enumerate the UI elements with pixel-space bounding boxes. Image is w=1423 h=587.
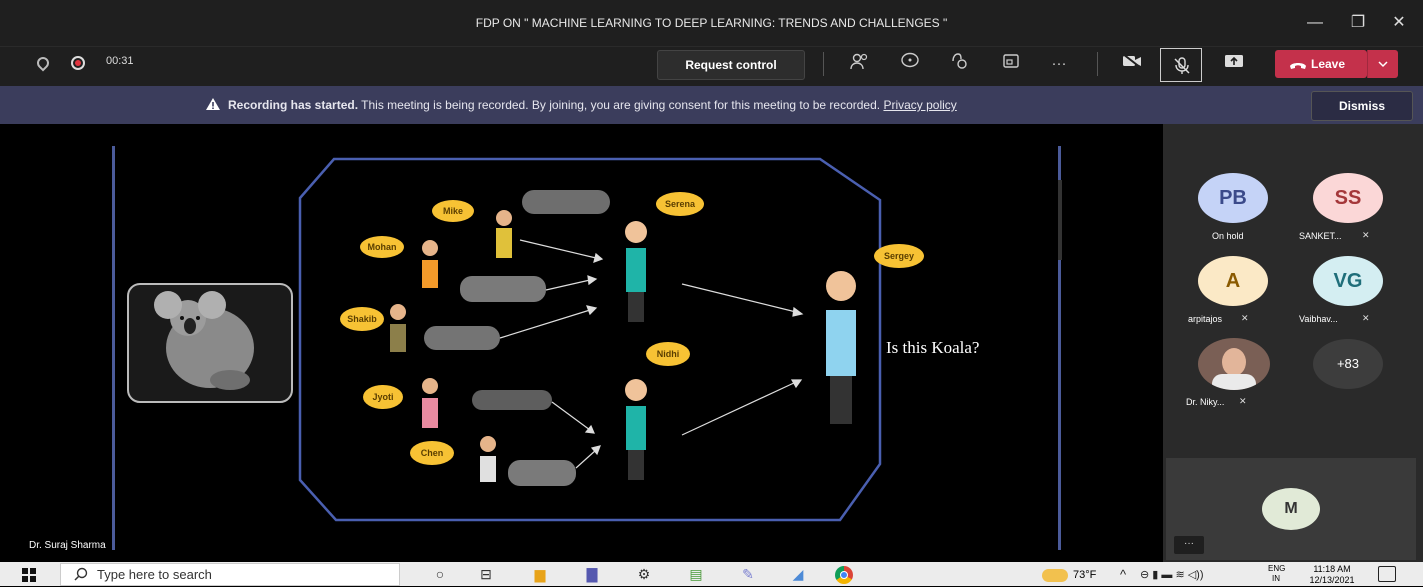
teams-icon[interactable]: ▇: [580, 565, 604, 583]
weather-icon[interactable]: [1042, 569, 1068, 582]
koala-thumb-3: [424, 326, 500, 350]
tray-chevron-icon[interactable]: ^: [1120, 567, 1126, 582]
warning-icon: [205, 97, 221, 116]
chat-icon[interactable]: [896, 52, 924, 76]
bubble-serena: Serena: [656, 192, 704, 216]
notifications-icon[interactable]: [1378, 566, 1396, 582]
region-code: IN: [1272, 574, 1280, 583]
participant-avatar-ss[interactable]: SS: [1313, 173, 1383, 223]
dismiss-button[interactable]: Dismiss: [1311, 91, 1413, 121]
breakout-rooms-icon[interactable]: [997, 52, 1025, 76]
minimize-button[interactable]: —: [1300, 10, 1330, 36]
participant-name-a: arpitajos: [1188, 314, 1223, 324]
phone-hangup-icon: [1290, 62, 1306, 69]
participant-name-ss: SANKET...: [1299, 231, 1342, 241]
shoulders-icon: [1212, 374, 1256, 390]
participants-icon[interactable]: [846, 52, 874, 76]
slide-scrollbar[interactable]: [1058, 180, 1062, 260]
koala-thumb-2: [460, 276, 546, 302]
bubble-jyoti: Jyoti: [363, 385, 403, 409]
mic-off-icon: ✕: [1362, 230, 1370, 240]
windows-start-icon[interactable]: [22, 568, 36, 587]
koala-thumb-1: [522, 190, 610, 214]
notepad-icon[interactable]: ▤: [684, 565, 708, 583]
bubble-chen: Chen: [410, 441, 454, 465]
tray-icons[interactable]: ⊖ ▮ ▬ ≋ ◁)): [1140, 568, 1204, 581]
mic-off-icon: ✕: [1362, 313, 1370, 323]
search-icon: [74, 567, 88, 586]
recording-dot-icon: [75, 60, 81, 66]
leave-label: Leave: [1311, 57, 1346, 71]
bubble-mike: Mike: [432, 200, 474, 222]
chrome-icon[interactable]: [835, 566, 853, 584]
more-participants-button[interactable]: +83: [1313, 339, 1383, 389]
paint-icon[interactable]: ✎: [736, 565, 760, 583]
banner-message: Recording has started. This meeting is b…: [228, 86, 957, 124]
request-control-button[interactable]: Request control: [657, 50, 805, 80]
participant-name-pb: On hold: [1212, 231, 1244, 241]
bubble-nidhi: Nidhi: [646, 342, 690, 366]
app-icon[interactable]: ◢: [786, 565, 810, 583]
participant-name-vg: Vaibhav...: [1299, 314, 1338, 324]
koala-thumb-5: [508, 460, 576, 486]
maximize-button[interactable]: ❐: [1343, 10, 1373, 36]
leave-options-dropdown[interactable]: [1367, 50, 1398, 78]
participant-avatar-vg[interactable]: VG: [1313, 256, 1383, 306]
mic-off-icon: [1174, 57, 1190, 74]
slide-question: Is this Koala?: [886, 338, 980, 357]
taskbar-search-input[interactable]: Type here to search: [60, 563, 400, 586]
share-screen-icon[interactable]: [1220, 52, 1248, 76]
chevron-down-icon: [1378, 61, 1388, 68]
banner-bold-text: Recording has started.: [228, 98, 359, 112]
participant-avatar-pb[interactable]: PB: [1198, 173, 1268, 223]
recording-indicator: [71, 56, 85, 70]
koala-thumb-4: [472, 390, 552, 410]
participant-name-niky: Dr. Niky...: [1186, 397, 1225, 407]
tile-more-button[interactable]: ···: [1174, 536, 1204, 554]
more-actions-button[interactable]: ···: [1045, 52, 1073, 76]
clock-date: 12/13/2021: [1309, 575, 1355, 585]
speaker-name: Dr. Suraj Sharma: [29, 540, 106, 551]
cortana-icon[interactable]: ○: [428, 565, 452, 583]
slide-left-border: [112, 146, 115, 550]
reactions-icon[interactable]: [945, 52, 973, 76]
participant-photo-niky[interactable]: [1198, 338, 1270, 390]
mic-off-button[interactable]: [1160, 48, 1202, 82]
mic-off-icon: ✕: [1239, 396, 1247, 406]
divider: [823, 52, 824, 76]
participant-avatar-m[interactable]: M: [1262, 488, 1320, 530]
camera-off-icon[interactable]: [1118, 52, 1146, 76]
participant-avatar-a[interactable]: A: [1198, 256, 1268, 306]
close-button[interactable]: ✕: [1384, 10, 1414, 36]
divider: [1097, 52, 1098, 76]
bubble-shakib: Shakib: [340, 307, 384, 331]
language-code: ENG: [1268, 564, 1286, 573]
bubble-sergey: Sergey: [874, 244, 924, 268]
leave-button[interactable]: Leave: [1275, 50, 1367, 78]
weather-temp[interactable]: 73°F: [1073, 569, 1096, 581]
file-explorer-icon[interactable]: ▆: [528, 565, 552, 583]
task-view-icon[interactable]: ⊟: [474, 565, 498, 583]
clock-time: 11:18 AM: [1313, 564, 1351, 574]
input-language[interactable]: ENG IN: [1268, 564, 1285, 584]
window-title: FDP ON " MACHINE LEARNING TO DEEP LEARNI…: [475, 16, 948, 30]
clock[interactable]: 11:18 AM 12/13/2021: [1300, 564, 1364, 586]
privacy-policy-link[interactable]: Privacy policy: [883, 98, 956, 112]
settings-gear-icon[interactable]: ⚙: [632, 565, 656, 583]
banner-body-text: This meeting is being recorded. By joini…: [358, 98, 884, 112]
mic-off-icon: ✕: [1241, 313, 1249, 323]
meeting-timer: 00:31: [106, 55, 134, 67]
bubble-mohan: Mohan: [360, 236, 404, 258]
face-icon: [1222, 348, 1246, 376]
